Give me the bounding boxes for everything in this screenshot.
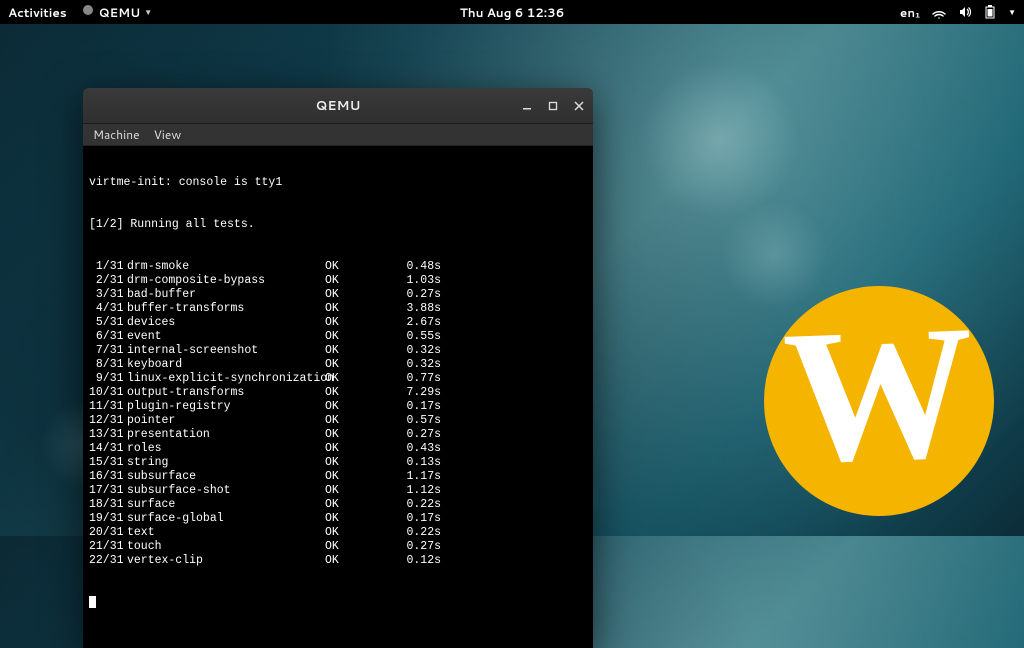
test-result-row: 5/31devicesOK2.67s — [89, 316, 587, 330]
menu-machine[interactable]: Machine — [93, 126, 140, 143]
qemu-window: QEMU Machine View virtme-init: console i… — [83, 88, 593, 648]
panel-clock[interactable]: Thu Aug 6 12:36 — [460, 4, 565, 21]
terminal-line: [1/2] Running all tests. — [89, 218, 587, 232]
battery-icon[interactable] — [984, 5, 996, 19]
close-button[interactable] — [571, 98, 587, 114]
keyboard-layout-indicator[interactable]: en₁ — [900, 4, 920, 21]
app-menu[interactable]: QEMU ▼ — [81, 3, 153, 21]
test-result-row: 3/31bad-bufferOK0.27s — [89, 288, 587, 302]
test-result-row: 2/31drm-composite-bypassOK1.03s — [89, 274, 587, 288]
minimize-button[interactable] — [519, 98, 535, 114]
test-result-row: 13/31presentationOK0.27s — [89, 428, 587, 442]
test-result-row: 10/31output-transformsOK7.29s — [89, 386, 587, 400]
window-titlebar[interactable]: QEMU — [83, 88, 593, 124]
test-result-row: 1/31drm-smokeOK0.48s — [89, 260, 587, 274]
chevron-down-icon: ▼ — [144, 6, 152, 18]
test-result-row: 16/31subsurfaceOK1.17s — [89, 470, 587, 484]
test-result-row: 17/31subsurface-shotOK1.12s — [89, 484, 587, 498]
test-result-row: 8/31keyboardOK0.32s — [89, 358, 587, 372]
test-result-row: 11/31plugin-registryOK0.17s — [89, 400, 587, 414]
terminal-cursor-line — [89, 596, 587, 611]
test-result-row: 9/31linux-explicit-synchronizationOK0.77… — [89, 372, 587, 386]
wayland-logo-letter: W — [781, 297, 978, 494]
window-title: QEMU — [315, 97, 360, 115]
test-result-row: 20/31textOK0.22s — [89, 526, 587, 540]
terminal-line: virtme-init: console is tty1 — [89, 176, 587, 190]
test-result-row: 7/31internal-screenshotOK0.32s — [89, 344, 587, 358]
app-menu-label: QEMU — [99, 4, 141, 21]
test-result-row: 15/31stringOK0.13s — [89, 456, 587, 470]
chevron-down-icon[interactable]: ▼ — [1008, 6, 1016, 18]
test-result-row: 19/31surface-globalOK0.17s — [89, 512, 587, 526]
test-result-row: 21/31touchOK0.27s — [89, 540, 587, 554]
top-panel: Activities QEMU ▼ Thu Aug 6 12:36 en₁ ▼ — [0, 0, 1024, 24]
wallpaper-sparkle — [640, 60, 800, 220]
terminal-output[interactable]: virtme-init: console is tty1 [1/2] Runni… — [83, 146, 593, 648]
wayland-logo: W — [764, 286, 994, 516]
test-result-row: 14/31rolesOK0.43s — [89, 442, 587, 456]
network-icon[interactable] — [932, 5, 946, 19]
activities-button[interactable]: Activities — [8, 4, 67, 21]
test-result-row: 18/31surfaceOK0.22s — [89, 498, 587, 512]
test-result-row: 4/31buffer-transformsOK3.88s — [89, 302, 587, 316]
volume-icon[interactable] — [958, 5, 972, 19]
test-result-row: 12/31pointerOK0.57s — [89, 414, 587, 428]
test-result-row: 22/31vertex-clipOK0.12s — [89, 554, 587, 568]
maximize-button[interactable] — [545, 98, 561, 114]
test-result-row: 6/31eventOK0.55s — [89, 330, 587, 344]
window-menubar: Machine View — [83, 124, 593, 146]
menu-view[interactable]: View — [154, 126, 182, 143]
qemu-icon — [81, 3, 95, 21]
